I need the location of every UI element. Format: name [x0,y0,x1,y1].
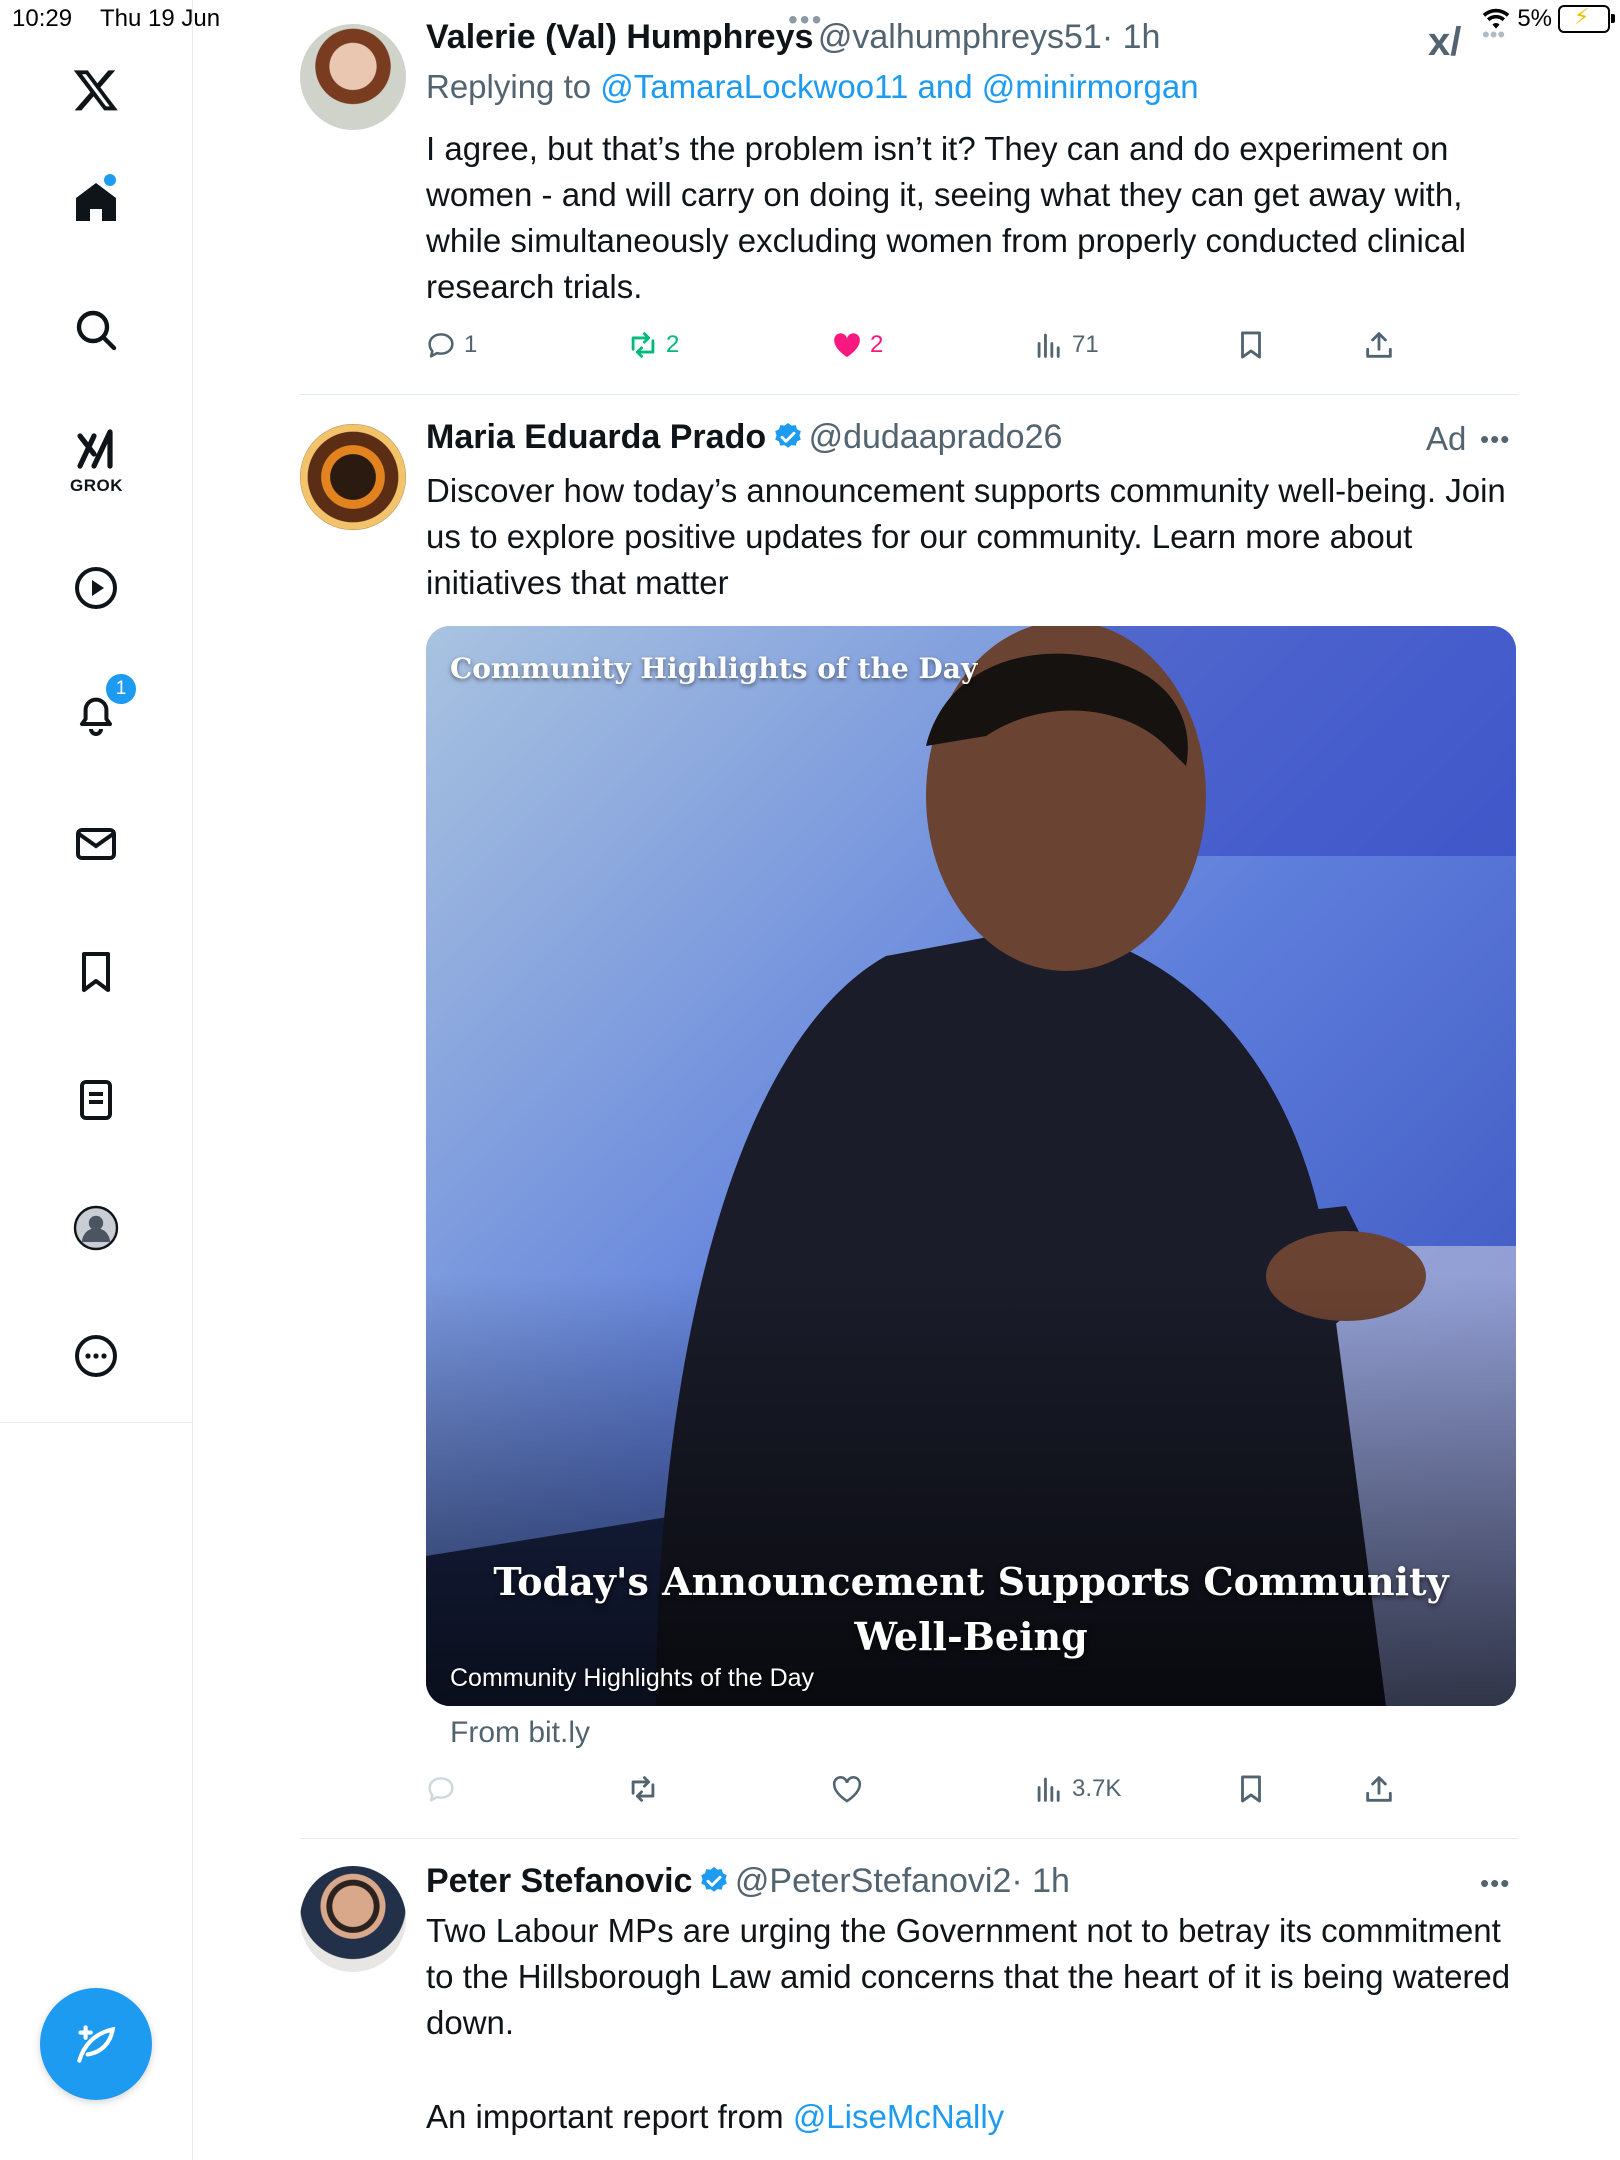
profile-avatar-icon[interactable] [66,1198,126,1258]
bookmarks-icon[interactable] [66,942,126,1002]
home-badge-dot [104,174,116,186]
grok-logo-icon[interactable]: x/ [1428,20,1461,65]
views-count: 71 [1072,331,1099,358]
speaker-photo [426,626,1516,1706]
messages-envelope-icon[interactable] [66,814,126,874]
repost-count: 2 [666,331,680,358]
search-icon[interactable] [66,300,126,360]
bookmark-button[interactable] [1234,1772,1268,1806]
compose-post-button[interactable] [40,1988,152,2100]
replying-prefix: Replying to [426,68,592,105]
views-chart-icon [1037,1777,1060,1802]
more-dots-icon[interactable]: ••• [1482,22,1505,48]
compose-feather-icon [77,2025,116,2063]
post-time: · 1h [1011,1862,1070,1900]
tweet-text-2: An important report from @LiseMcNally [426,2094,1520,2140]
share-icon [1366,1776,1392,1802]
reply-icon [428,1777,454,1802]
tweet-text-2-prefix: An important report from [426,2098,784,2135]
views-button[interactable]: 3.7K [1032,1772,1121,1806]
tweet-text: Two Labour MPs are urging the Government… [426,1912,1511,2041]
avatar-maria[interactable] [300,424,406,530]
like-button[interactable]: 2 [830,328,883,362]
more-dots-icon[interactable]: ••• [1480,1868,1510,1899]
reply-button[interactable] [424,1772,458,1806]
avatar-valerie[interactable] [300,24,406,130]
like-heart-icon [832,1776,862,1803]
author-handle[interactable]: @PeterStefanovi2 [735,1862,1011,1900]
views-count: 3.7K [1072,1775,1122,1802]
share-button[interactable] [1362,1772,1396,1806]
repost-button[interactable] [626,1772,660,1806]
video-play-icon[interactable] [66,558,126,618]
notifications-bell-icon[interactable]: 1 [66,672,138,744]
mention-link[interactable]: @LiseMcNally [793,2098,1004,2135]
author-name[interactable]: Peter Stefanovic [426,1862,692,1900]
battery-icon: ⚡ [1558,4,1615,33]
grok-label: GROK [70,476,123,495]
tweet-3-header: Peter Stefanovic @PeterStefanovi2· 1h [426,1862,1070,1901]
bookmark-icon [1241,331,1261,359]
reply-count: 1 [464,331,478,358]
sidebar: GROK 1 [0,0,193,2160]
views-button[interactable]: 71 [1032,328,1099,362]
sidebar-divider [0,1422,192,1423]
notifications-badge: 1 [104,672,138,706]
replying-to: Replying to @TamaraLockwoo11 and @minirm… [426,68,1199,106]
card-source-link[interactable]: From bit.ly [450,1716,590,1750]
bookmark-button[interactable] [1234,328,1268,362]
like-heart-filled-icon [834,333,860,358]
home-icon[interactable] [66,172,126,232]
author-name[interactable]: Valerie (Val) Humphreys [426,18,813,56]
card-caption: Community Highlights of the Day [450,1664,815,1692]
tweet-text: Discover how today’s announcement suppor… [426,472,1506,601]
card-headline: Today's Announcement Supports Community … [426,1554,1516,1664]
views-chart-icon [1037,333,1060,358]
more-dots-icon[interactable]: ••• [1480,424,1510,455]
x-logo-icon[interactable] [66,60,126,120]
reply-icon [428,333,454,358]
verified-badge-icon [775,423,801,448]
tweet-separator [300,1838,1518,1839]
tweet-1-header: Valerie (Val) Humphreys @valhumphreys51·… [426,18,1160,57]
verified-badge-icon [701,1867,728,1892]
avatar-peter[interactable] [300,1866,406,1972]
reply-button[interactable]: 1 [424,328,477,362]
more-options-icon[interactable] [66,1326,126,1386]
repost-icon [631,1776,655,1802]
card-headline-line-2: Well-Being [854,1614,1088,1659]
tweet-separator [300,394,1518,395]
grok-icon[interactable] [66,420,126,480]
share-button[interactable] [1362,328,1396,362]
like-button[interactable] [830,1772,864,1806]
like-count: 2 [870,331,884,358]
author-handle[interactable]: @dudaaprado26 [809,418,1063,456]
tweet-2-header: Maria Eduarda Prado @dudaaprado26 [426,418,1062,457]
repost-button[interactable]: 2 [626,328,679,362]
share-icon [1366,332,1392,358]
bookmark-icon [1241,1775,1261,1803]
ad-image-card[interactable]: Community Highlights of the Day Today's … [426,626,1516,1706]
battery-percent: 5% [1517,5,1552,32]
card-headline-line-1: Today's Announcement Supports Community [493,1559,1449,1604]
author-handle[interactable]: @valhumphreys51 [818,18,1102,56]
repost-icon [631,332,655,358]
replying-to-link[interactable]: @TamaraLockwoo11 and @minirmorgan [600,68,1198,105]
author-name[interactable]: Maria Eduarda Prado [426,418,766,456]
lists-icon[interactable] [66,1070,126,1130]
post-time: · 1h [1101,18,1161,56]
card-top-title: Community Highlights of the Day [450,652,978,685]
tweet-text: I agree, but that’s the problem isn’t it… [426,130,1466,305]
ad-label: Ad [1426,420,1467,457]
